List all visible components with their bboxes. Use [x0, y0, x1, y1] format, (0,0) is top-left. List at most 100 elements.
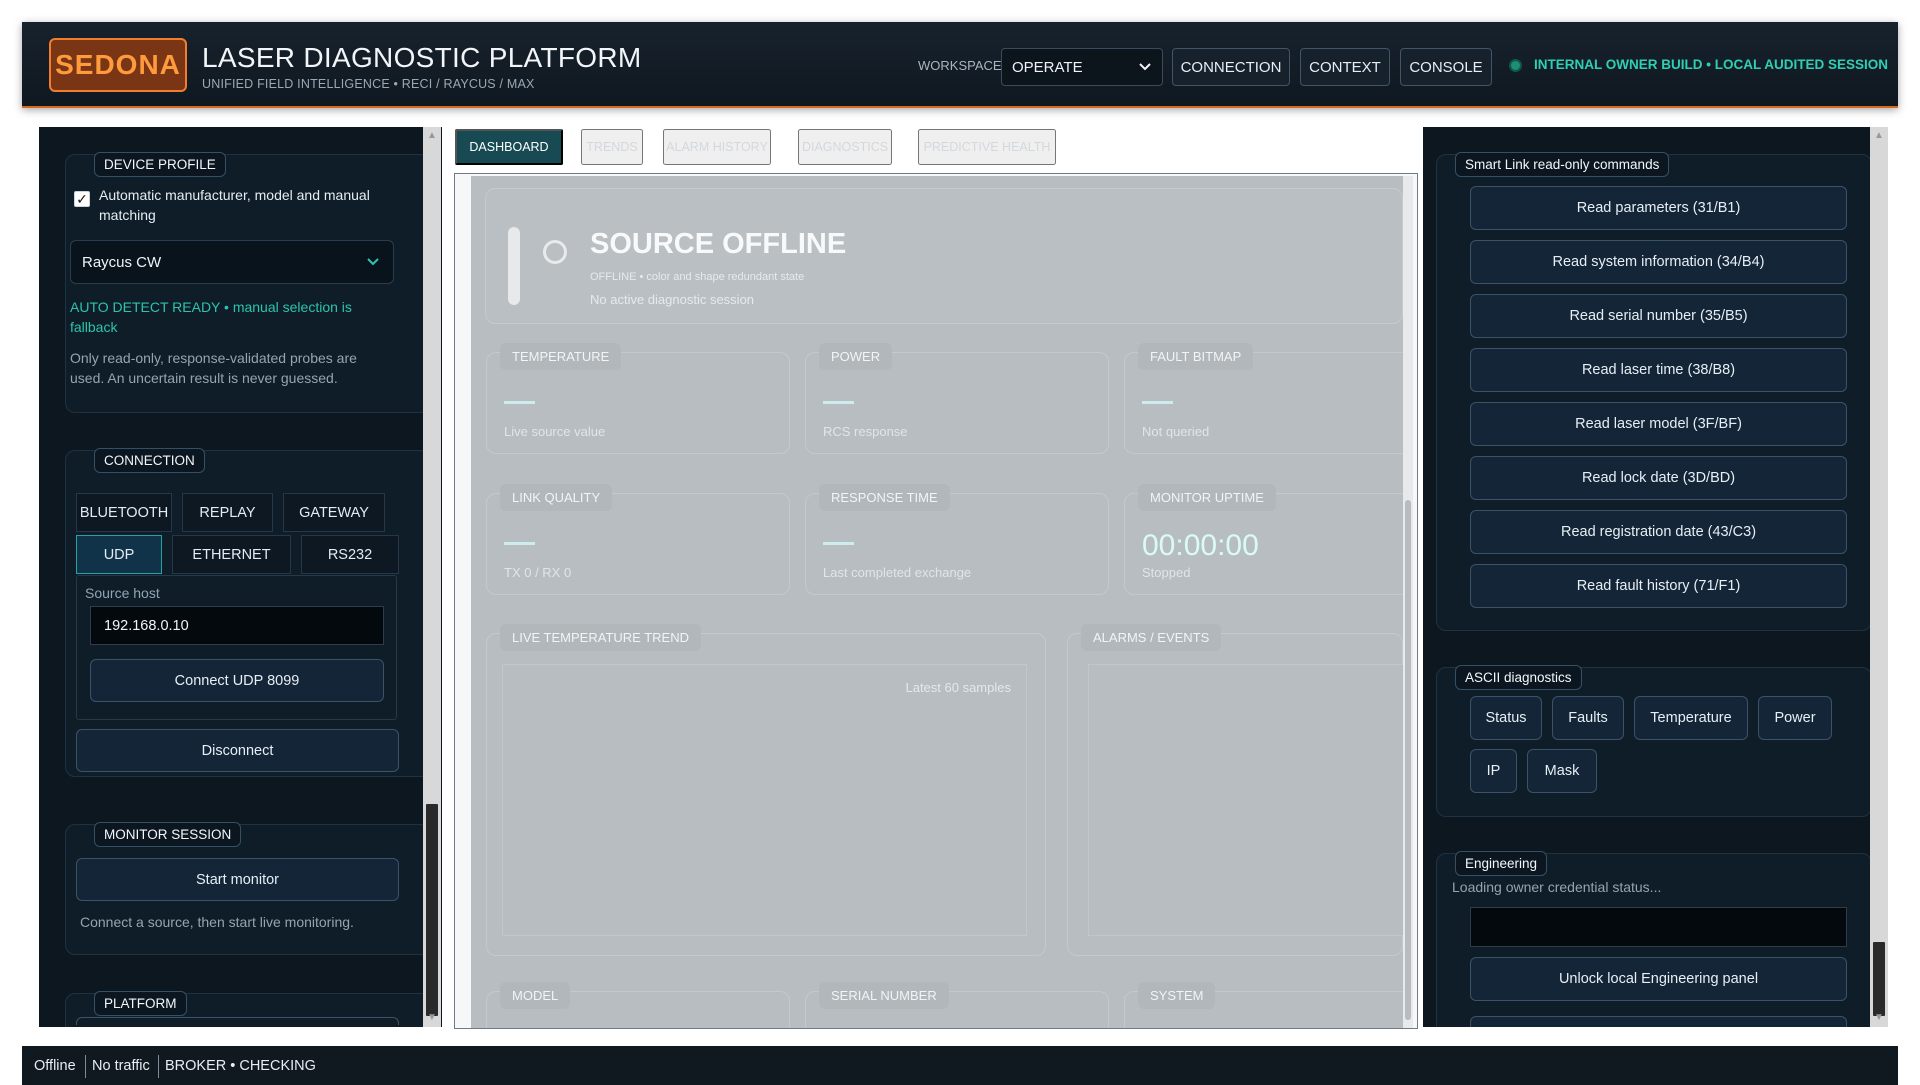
- chevron-down-icon: [1139, 63, 1151, 71]
- device-select[interactable]: Raycus CW: [70, 240, 394, 284]
- source-session-text: No active diagnostic session: [590, 292, 755, 307]
- temperature-metric-card: TEMPERATURE Live source value: [486, 343, 790, 454]
- tab-replay[interactable]: REPLAY: [182, 493, 273, 532]
- scroll-down-icon[interactable]: ▼: [426, 1012, 438, 1024]
- context-button[interactable]: CONTEXT: [1300, 48, 1390, 86]
- temperature-empty-dash: [504, 401, 535, 404]
- read-lock-date-button[interactable]: Read lock date (3D/BD): [1470, 456, 1847, 500]
- tab-gateway[interactable]: GATEWAY: [283, 493, 385, 532]
- probe-note: Only read-only, response-validated probe…: [70, 350, 357, 386]
- response-time-subtext: Last completed exchange: [823, 565, 972, 580]
- read-fault-history-button[interactable]: Read fault history (71/F1): [1470, 564, 1847, 608]
- response-time-label: RESPONSE TIME: [819, 484, 950, 511]
- system-metric-card: SYSTEM: [1124, 982, 1403, 1028]
- scroll-thumb[interactable]: [426, 804, 438, 1016]
- tab-udp[interactable]: UDP: [76, 535, 162, 574]
- device-profile-card: DEVICE PROFILE ✓ Automatic manufacturer,…: [65, 152, 431, 413]
- source-note: OFFLINE • color and shape redundant stat…: [590, 271, 805, 283]
- alarms-events-panel: ALARMS / EVENTS: [1067, 624, 1403, 956]
- center-scrollbar[interactable]: [1403, 176, 1413, 1028]
- power-subtext: RCS response: [823, 424, 908, 439]
- tab-diagnostics[interactable]: DIAGNOSTICS: [798, 129, 892, 165]
- broker-state: BROKER • CHECKING: [165, 1057, 316, 1074]
- ascii-power-button[interactable]: Power: [1758, 696, 1832, 740]
- scroll-up-icon[interactable]: ▲: [1873, 130, 1885, 142]
- workspace-label: WORKSPACE: [918, 58, 1002, 73]
- tab-rs232[interactable]: RS232: [301, 535, 399, 574]
- status-footer: Offline No traffic BROKER • CHECKING: [22, 1046, 1898, 1085]
- tab-trends[interactable]: TRENDS: [581, 129, 643, 165]
- read-parameters-button[interactable]: Read parameters (31/B1): [1470, 186, 1847, 230]
- unlock-engineering-panel-button[interactable]: Unlock local Engineering panel: [1470, 957, 1847, 1001]
- tab-predictive-health[interactable]: PREDICTIVE HEALTH: [918, 129, 1056, 165]
- engineering-card: Engineering Loading owner credential sta…: [1436, 851, 1872, 1027]
- disconnect-button[interactable]: Disconnect: [76, 729, 399, 772]
- model-label: MODEL: [500, 982, 571, 1009]
- read-laser-model-button[interactable]: Read laser model (3F/BF): [1470, 402, 1847, 446]
- tab-ethernet[interactable]: ETHERNET: [172, 535, 291, 574]
- source-status-card: SOURCE OFFLINE OFFLINE • color and shape…: [485, 188, 1403, 324]
- tab-alarm-history[interactable]: ALARM HISTORY: [663, 129, 771, 165]
- dashboard-frame: SOURCE OFFLINE OFFLINE • color and shape…: [454, 173, 1418, 1029]
- tab-bluetooth[interactable]: BLUETOOTH: [76, 493, 172, 532]
- scroll-up-icon[interactable]: ▲: [426, 130, 438, 142]
- source-host-input[interactable]: 192.168.0.10: [90, 606, 384, 645]
- monitor-uptime-subtext: Stopped: [1142, 565, 1191, 580]
- live-temperature-trend-panel: LIVE TEMPERATURE TREND Latest 60 samples: [486, 624, 1046, 956]
- footer-divider: [85, 1055, 86, 1078]
- ascii-mask-button[interactable]: Mask: [1527, 749, 1597, 793]
- temperature-subtext: Live source value: [504, 424, 606, 439]
- connect-udp-button[interactable]: Connect UDP 8099: [90, 659, 384, 702]
- sedona-logo: SEDONA: [49, 38, 187, 92]
- read-registration-date-button[interactable]: Read registration date (43/C3): [1470, 510, 1847, 554]
- scroll-thumb[interactable]: [1873, 942, 1885, 1016]
- connection-label: CONNECTION: [94, 448, 205, 473]
- ascii-ip-button[interactable]: IP: [1470, 749, 1517, 793]
- ascii-diagnostics-label: ASCII diagnostics: [1455, 665, 1582, 690]
- app-window: SEDONA LASER DIAGNOSTIC PLATFORM UNIFIED…: [0, 0, 1920, 1085]
- connection-button[interactable]: CONNECTION: [1172, 48, 1290, 86]
- temperature-label: TEMPERATURE: [500, 343, 622, 370]
- automatic-matching-checkbox[interactable]: ✓: [74, 191, 90, 207]
- fault-bitmap-metric-card: FAULT BITMAP Not queried: [1124, 343, 1403, 454]
- link-quality-metric-card: LINK QUALITY TX 0 / RX 0: [486, 484, 790, 595]
- monitor-note: Connect a source, then start live monito…: [80, 914, 354, 930]
- main-tabs: DASHBOARD TRENDS ALARM HISTORY DIAGNOSTI…: [455, 129, 1415, 167]
- workspace-select[interactable]: OPERATE: [1001, 48, 1163, 86]
- monitor-session-label: MONITOR SESSION: [94, 822, 242, 847]
- source-host-label: Source host: [85, 585, 160, 601]
- auto-detect-status: AUTO DETECT READY • manual selection is …: [70, 299, 352, 335]
- fault-bitmap-subtext: Not queried: [1142, 424, 1210, 439]
- source-state-bar: [508, 227, 520, 305]
- app-title: LASER DIAGNOSTIC PLATFORM: [202, 42, 642, 73]
- alarms-events-label: ALARMS / EVENTS: [1081, 624, 1222, 651]
- system-label: SYSTEM: [1138, 982, 1216, 1009]
- read-serial-number-button[interactable]: Read serial number (35/B5): [1470, 294, 1847, 338]
- platform-label: PLATFORM: [94, 991, 187, 1016]
- connection-state: Offline: [34, 1057, 76, 1074]
- right-sidebar: Smart Link read-only commands Read param…: [1423, 127, 1888, 1027]
- owner-credential-field[interactable]: [1470, 907, 1847, 947]
- left-sidebar: DEVICE PROFILE ✓ Automatic manufacturer,…: [39, 127, 442, 1027]
- start-monitor-button[interactable]: Start monitor: [76, 858, 399, 901]
- power-metric-card: POWER RCS response: [805, 343, 1109, 454]
- cut-off-engineering-button[interactable]: PEOR manual / default: [1470, 1016, 1847, 1027]
- monitor-uptime-value: 00:00:00: [1142, 529, 1259, 562]
- engineering-label: Engineering: [1455, 851, 1548, 876]
- footer-divider: [158, 1055, 159, 1078]
- right-scrollbar[interactable]: ▲ ▼: [1870, 127, 1888, 1027]
- ascii-faults-button[interactable]: Faults: [1552, 696, 1624, 740]
- smart-link-commands-card: Smart Link read-only commands Read param…: [1436, 152, 1872, 631]
- tab-dashboard[interactable]: DASHBOARD: [455, 129, 563, 165]
- center-scroll-thumb[interactable]: [1405, 500, 1411, 1020]
- scroll-down-icon[interactable]: ▼: [1873, 1012, 1885, 1024]
- read-laser-time-button[interactable]: Read laser time (38/B8): [1470, 348, 1847, 392]
- device-profile-label: DEVICE PROFILE: [94, 152, 226, 177]
- console-button[interactable]: CONSOLE: [1400, 48, 1492, 86]
- read-system-information-button[interactable]: Read system information (34/B4): [1470, 240, 1847, 284]
- left-scrollbar[interactable]: ▲ ▼: [423, 127, 441, 1027]
- ascii-status-button[interactable]: Status: [1470, 696, 1542, 740]
- ascii-temperature-button[interactable]: Temperature: [1634, 696, 1748, 740]
- live-temperature-trend-label: LIVE TEMPERATURE TREND: [500, 624, 701, 651]
- response-time-empty-dash: [823, 542, 854, 545]
